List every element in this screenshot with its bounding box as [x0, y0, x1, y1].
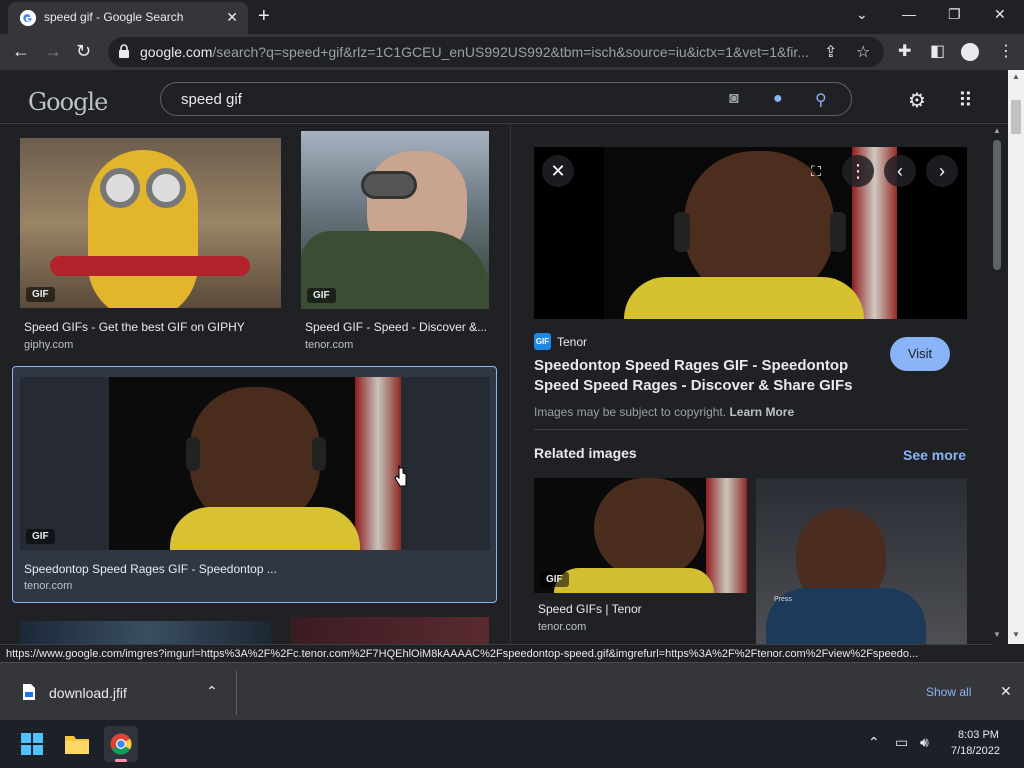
lock-icon [119, 44, 129, 58]
volume-icon[interactable]: 🔊︎ [920, 734, 929, 751]
divider [236, 671, 237, 715]
preview-image[interactable]: ✕ ⛶ ⋮ ‹ › [534, 147, 967, 319]
download-file-name[interactable]: download.jfif [49, 685, 127, 701]
panel-source-name[interactable]: Tenor [557, 335, 587, 349]
windows-taskbar: ⌃ ▭ 🔊︎ 8:03 PM 7/18/2022 [0, 720, 1024, 768]
result-thumbnail[interactable]: GIF [20, 377, 490, 550]
chrome-taskbar-button[interactable] [104, 726, 138, 762]
result-thumbnail[interactable]: GIF [301, 131, 489, 309]
extensions-puzzle-icon[interactable]: ✚ [898, 41, 911, 61]
close-panel-icon[interactable]: ✕ [542, 155, 574, 187]
divider [534, 429, 967, 430]
camera-icon[interactable]: ◙ [729, 90, 739, 108]
next-icon[interactable]: › [926, 155, 958, 187]
clock-date[interactable]: 7/18/2022 [951, 745, 1000, 757]
gif-badge: GIF [26, 287, 55, 302]
apps-grid-icon[interactable]: ⠿ [958, 88, 973, 113]
result-source: tenor.com [24, 580, 73, 592]
result-thumbnail[interactable] [291, 617, 489, 644]
downloads-bar: download.jfif ⌃ Show all ✕ [0, 662, 1024, 720]
tab-strip: speed gif - Google Search ✕ + ⌄ — ❐ ✕ [0, 0, 1024, 34]
reload-icon[interactable]: ↻ [76, 41, 91, 62]
google-header: Google speed gif ◙ ● ⚲ ⚙ ⠿ [0, 70, 1010, 124]
tab-active[interactable]: speed gif - Google Search ✕ [8, 2, 248, 34]
related-thumbnail[interactable]: Press [756, 478, 967, 644]
mic-icon[interactable]: ● [773, 90, 783, 108]
learn-more-link[interactable]: Learn More [729, 405, 794, 419]
copyright-note: Images may be subject to copyright. Lear… [534, 405, 795, 419]
result-thumbnail[interactable] [20, 621, 271, 644]
search-box[interactable]: speed gif ◙ ● ⚲ [160, 82, 852, 116]
result-title[interactable]: Speed GIF - Speed - Discover &... [305, 320, 487, 334]
panel-scrollbar[interactable]: ▲ ▼ [990, 124, 1004, 644]
result-source: giphy.com [24, 339, 74, 351]
forward-icon[interactable]: → [44, 41, 62, 62]
tab-title: speed gif - Google Search [44, 10, 184, 24]
back-icon[interactable]: ← [12, 41, 30, 62]
new-tab-icon[interactable]: + [258, 5, 270, 28]
gif-badge: GIF [540, 572, 569, 587]
show-hidden-icons-chevron-icon[interactable]: ⌃ [868, 734, 880, 751]
related-thumbnail[interactable]: GIF [534, 478, 747, 593]
url-text: google.com/search?q=speed+gif&rlz=1C1GCE… [140, 44, 809, 60]
see-more-link[interactable]: See more [903, 447, 966, 463]
settings-gear-icon[interactable]: ⚙ [908, 88, 926, 113]
bookmark-star-icon[interactable]: ☆ [856, 42, 870, 62]
related-overlay-text: Press [774, 596, 792, 603]
address-bar[interactable]: google.com/search?q=speed+gif&rlz=1C1GCE… [108, 37, 884, 67]
window-close-icon[interactable]: ✕ [994, 6, 1006, 23]
gif-badge: GIF [26, 529, 55, 544]
close-downloads-icon[interactable]: ✕ [1000, 683, 1012, 700]
tenor-logo: GIF [534, 333, 551, 350]
panel-title[interactable]: Speedontop Speed Rages GIF - Speedontop … [534, 356, 884, 396]
page-scrollbar[interactable]: ▲ ▼ [1008, 70, 1024, 644]
related-source: tenor.com [538, 621, 587, 633]
tab-search-chevron-icon[interactable]: ⌄ [856, 6, 868, 23]
page-scrollbar-thumb[interactable] [1011, 100, 1021, 134]
lens-search-icon[interactable]: ⛶ [800, 155, 832, 187]
chrome-menu-icon[interactable]: ⋮ [998, 41, 1014, 61]
more-options-icon[interactable]: ⋮ [842, 155, 874, 187]
google-logo[interactable]: Google [28, 88, 108, 116]
browser-toolbar: ← → ↻ google.com/search?q=speed+gif&rlz=… [0, 34, 1024, 70]
preview-panel: ✕ ⛶ ⋮ ‹ › GIF Tenor Speedontop Speed Rag… [510, 124, 990, 644]
side-panel-icon[interactable]: ◧ [930, 41, 945, 61]
result-title[interactable]: Speed GIFs - Get the best GIF on GIPHY [24, 320, 245, 334]
search-input[interactable]: speed gif [181, 91, 242, 108]
related-images-heading: Related images [534, 445, 637, 461]
results-area: GIF Speed GIFs - Get the best GIF on GIP… [0, 124, 1010, 644]
search-icon[interactable]: ⚲ [815, 90, 827, 110]
panel-scrollbar-thumb[interactable] [993, 140, 1001, 270]
hand-cursor-icon [394, 465, 407, 487]
link-status-bar: https://www.google.com/imgres?imgurl=htt… [0, 644, 992, 662]
result-source: tenor.com [305, 339, 354, 351]
tab-close-icon[interactable]: ✕ [226, 9, 238, 26]
gif-badge: GIF [307, 288, 336, 303]
show-all-button[interactable]: Show all [926, 685, 971, 699]
minimize-icon[interactable]: — [902, 6, 916, 22]
related-title[interactable]: Speed GIFs | Tenor [538, 602, 642, 616]
result-title[interactable]: Speedontop Speed Rages GIF - Speedontop … [24, 562, 277, 576]
download-options-chevron-icon[interactable]: ⌃ [206, 683, 218, 700]
windows-start-icon[interactable] [21, 733, 43, 755]
chrome-icon [110, 733, 132, 755]
google-favicon-icon [20, 10, 36, 26]
result-thumbnail[interactable]: GIF [20, 138, 281, 308]
network-icon[interactable]: ▭ [895, 734, 908, 751]
share-icon[interactable]: ⇪ [824, 42, 837, 62]
file-explorer-icon[interactable] [64, 733, 90, 755]
clock-time[interactable]: 8:03 PM [958, 729, 999, 741]
profile-avatar-icon[interactable] [961, 43, 979, 61]
visit-button[interactable]: Visit [890, 337, 950, 371]
previous-icon[interactable]: ‹ [884, 155, 916, 187]
restore-icon[interactable]: ❐ [948, 6, 961, 23]
file-icon [23, 684, 35, 700]
